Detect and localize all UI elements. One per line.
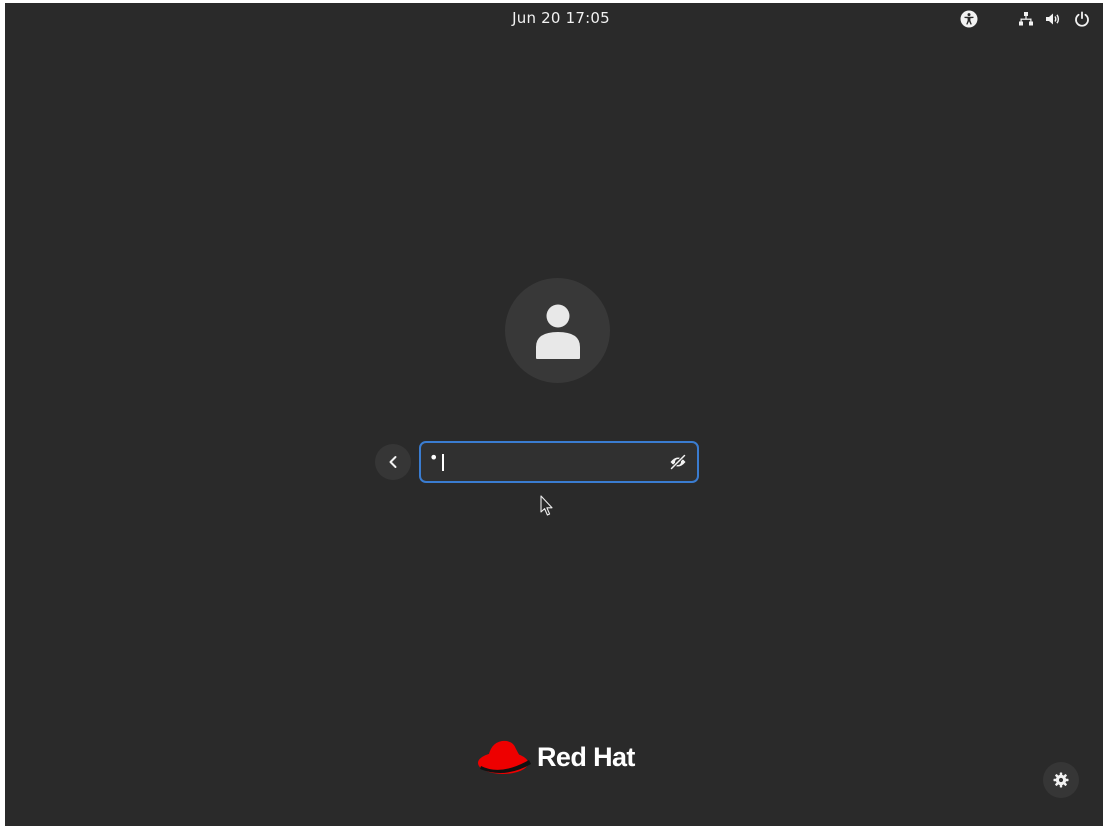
login-screen: Jun 20 17:05 • Red Hat [5,3,1103,826]
user-avatar [505,278,610,383]
eye-slash-icon [670,454,686,470]
text-caret [442,454,444,471]
top-bar: Jun 20 17:05 [5,3,1103,35]
user-avatar-icon [535,304,580,359]
redhat-wordmark: Red Hat [537,741,635,772]
accessibility-icon[interactable] [958,8,980,30]
password-input[interactable]: • [429,448,649,476]
gear-icon [1053,772,1069,788]
password-entry[interactable]: • [419,441,699,483]
mouse-pointer-icon [540,495,554,517]
reveal-password-button[interactable] [667,451,689,473]
volume-icon[interactable] [1042,8,1064,30]
session-settings-button[interactable] [1043,762,1079,798]
redhat-logo-icon [478,740,531,774]
back-button[interactable] [375,444,411,480]
chevron-left-icon [389,456,397,468]
power-icon[interactable] [1071,8,1093,30]
redhat-branding: Red Hat [475,733,635,781]
network-wired-icon[interactable] [1015,8,1037,30]
clock[interactable]: Jun 20 17:05 [5,9,1103,27]
